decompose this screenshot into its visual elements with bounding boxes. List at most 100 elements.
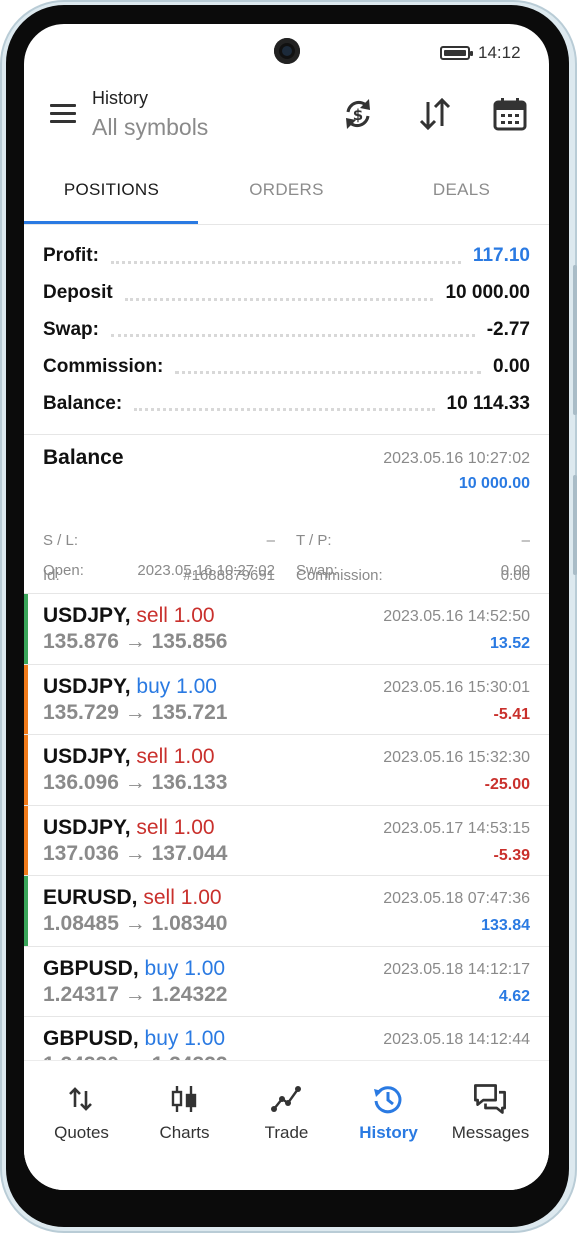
dot-leader	[134, 408, 435, 412]
position-symbol: USDJPY, sell 1.00	[43, 604, 215, 628]
nav-trade[interactable]: Trade	[234, 1061, 339, 1161]
position-time: 2023.05.18 07:47:36	[383, 890, 530, 907]
position-time: 2023.05.16 15:30:01	[383, 678, 530, 696]
nav-messages[interactable]: Messages	[438, 1061, 543, 1161]
messages-icon	[474, 1084, 506, 1114]
position-time: 2023.05.18 14:12:17	[383, 960, 530, 978]
power-button	[573, 475, 577, 575]
trade-side: sell 1.00	[136, 815, 215, 839]
position-time: 2023.05.18 14:12:44	[383, 1031, 530, 1048]
position-profit: 133.84	[481, 917, 530, 934]
trade-icon	[271, 1086, 301, 1112]
id-label: Id:	[43, 567, 60, 584]
dot-leader	[175, 371, 482, 375]
trade-side: buy 1.00	[144, 956, 226, 980]
position-profit: -25.00	[484, 776, 530, 793]
tab-deals[interactable]: DEALS	[374, 162, 549, 224]
sort-icon[interactable]	[417, 96, 453, 132]
summary-panel: Profit: 117.10 Deposit 10 000.00 Swap: -…	[24, 238, 549, 422]
summary-label: Commission:	[43, 355, 164, 377]
symbol-name: GBPUSD,	[43, 1027, 139, 1050]
menu-icon[interactable]	[50, 104, 76, 124]
position-row[interactable]: USDJPY, sell 1.00 136.096 → 136.133 2023.0…	[24, 734, 549, 805]
sync-currency-icon[interactable]: $	[340, 96, 376, 132]
status-time: 14:12	[478, 43, 521, 62]
dot-leader	[110, 334, 475, 338]
sl-value: –	[266, 532, 275, 549]
balance-amount: 10 000.00	[458, 475, 530, 492]
history-tabs: POSITIONS ORDERS DEALS	[24, 162, 549, 224]
nav-quotes[interactable]: Quotes	[29, 1061, 134, 1161]
nav-charts[interactable]: Charts	[132, 1061, 237, 1161]
position-symbol: USDJPY, buy 1.00	[43, 675, 217, 699]
position-row[interactable]: EURUSD, sell 1.00 1.08485 → 1.08340 2023.0…	[24, 875, 549, 946]
summary-value: -2.77	[486, 318, 530, 340]
position-row[interactable]: USDJPY, buy 1.00 135.729 → 135.721 2023.05…	[24, 663, 549, 734]
symbol-name: USDJPY,	[43, 745, 131, 768]
nav-label: Messages	[451, 1123, 530, 1142]
balance-title: Balance	[43, 446, 124, 469]
summary-row-commission: Commission: 0.00	[24, 348, 549, 385]
tab-positions[interactable]: POSITIONS	[24, 162, 199, 224]
volume-button	[573, 265, 577, 415]
charts-icon	[171, 1086, 197, 1112]
summary-label: Swap:	[43, 318, 99, 340]
bottom-navigation: Quotes Charts Trade History Messages	[24, 1060, 549, 1190]
commission-label: Commission:	[296, 567, 383, 584]
calendar-icon[interactable]	[492, 96, 528, 132]
position-profit: -5.39	[493, 846, 530, 864]
summary-row-profit: Profit: 117.10	[24, 238, 549, 275]
balance-operation[interactable]: Balance 2023.05.16 10:27:02 10 000.00 S …	[24, 434, 549, 592]
price-range: 1.08485 → 1.08340	[43, 912, 228, 935]
position-profit: 4.62	[498, 987, 530, 1005]
result-indicator-bar	[24, 805, 28, 875]
position-row[interactable]: USDJPY, sell 1.00 137.036 → 137.044 2023.0…	[24, 804, 549, 875]
dot-leader	[110, 260, 461, 264]
nav-label: Trade	[264, 1123, 309, 1142]
trade-side: buy 1.00	[144, 1027, 226, 1050]
position-profit: 13.52	[489, 635, 530, 652]
position-symbol: USDJPY, sell 1.00	[43, 745, 215, 769]
symbol-name: USDJPY,	[43, 604, 131, 627]
symbol-name: EURUSD,	[43, 886, 138, 909]
summary-row-swap: Swap: -2.77	[24, 312, 549, 349]
trade-side: sell 1.00	[143, 886, 222, 909]
summary-row-balance: Balance: 10 114.33	[24, 385, 549, 422]
price-range: 136.096 → 136.133	[43, 771, 228, 794]
nav-label: Quotes	[54, 1123, 109, 1142]
position-profit: -5.41	[493, 705, 530, 723]
symbol-filter[interactable]: All symbols	[92, 114, 208, 141]
sl-label: S / L:	[43, 532, 79, 549]
tab-orders[interactable]: ORDERS	[199, 162, 374, 224]
history-icon	[374, 1086, 402, 1114]
commission-value: 0.00	[500, 567, 530, 584]
result-indicator-bar	[24, 594, 28, 664]
app-screen: 14:12 History All symbols $ POSITIONS OR…	[24, 24, 549, 1190]
balance-date: 2023.05.16 10:27:02	[383, 450, 530, 467]
nav-label: Charts	[159, 1123, 210, 1142]
position-symbol: EURUSD, sell 1.00	[43, 886, 222, 910]
summary-row-deposit: Deposit 10 000.00	[24, 275, 549, 312]
status-bar: 14:12	[24, 42, 549, 66]
id-value: #1688879691	[183, 567, 275, 584]
symbol-name: GBPUSD,	[43, 956, 139, 980]
position-row[interactable]: USDJPY, sell 1.00 135.876 → 135.856 2023.0…	[24, 593, 549, 664]
tp-label: T / P:	[296, 532, 332, 549]
summary-value: 10 114.33	[446, 392, 530, 414]
summary-value: 117.10	[472, 245, 530, 267]
nav-label: History	[359, 1123, 418, 1142]
trade-side: sell 1.00	[136, 604, 215, 627]
position-symbol: USDJPY, sell 1.00	[43, 816, 215, 840]
symbol-name: USDJPY,	[43, 674, 131, 698]
position-time: 2023.05.17 14:53:15	[383, 819, 530, 837]
trade-side: sell 1.00	[136, 745, 215, 768]
position-time: 2023.05.16 15:32:30	[383, 749, 530, 766]
tabs-divider	[24, 224, 549, 225]
result-indicator-bar	[24, 664, 28, 734]
summary-label: Balance:	[43, 392, 123, 414]
nav-history[interactable]: History	[336, 1061, 441, 1161]
page-title: History	[92, 88, 149, 108]
toolbar: History All symbols $	[24, 82, 549, 152]
position-row[interactable]: GBPUSD, buy 1.00 1.24317 → 1.24322 2023.05…	[24, 945, 549, 1017]
battery-icon	[440, 46, 473, 60]
